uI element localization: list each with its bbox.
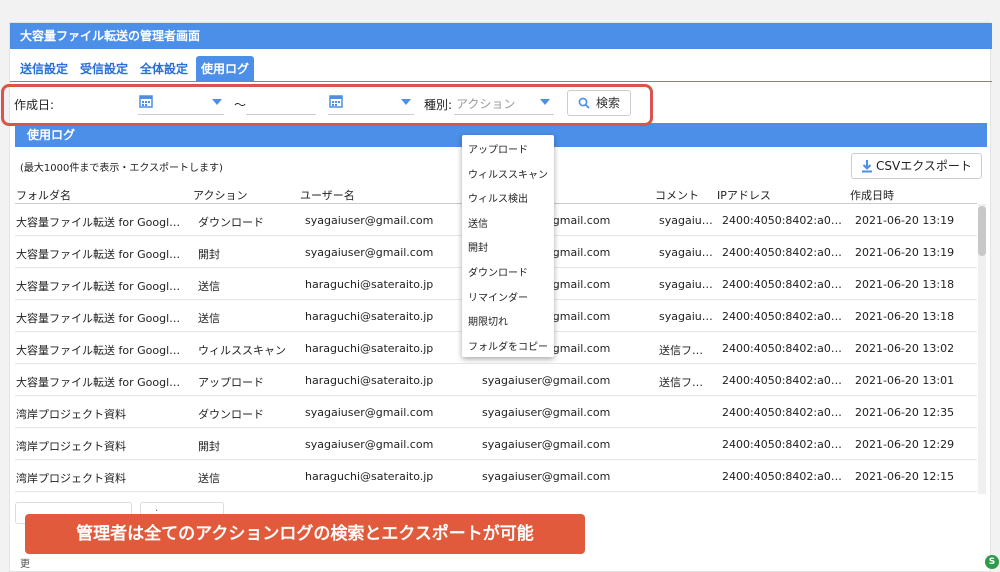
cell-user-name: syagaiuser@gmail.com [305,214,434,227]
cell-recipient: syagaiuser@gmail.com [482,438,611,451]
cell-folder-name: 湾岸プロジェクト資料 [16,472,126,485]
tab-usage-log[interactable]: 使用ログ [196,56,255,82]
header-folder-name[interactable]: フォルダ名 [16,187,71,203]
dropdown-option[interactable]: フォルダをコピー [468,338,548,353]
cell-ip-address: 2400:4050:8402:a00:0000:0000 [722,374,847,387]
cell-folder-name: 湾岸プロジェクト資料 [16,440,126,453]
cell-action: アップロード [198,376,264,389]
cell-comment: 送信ファイル [659,376,713,389]
dropdown-option[interactable]: 送信 [468,215,488,230]
table-scrollbar[interactable] [978,204,986,494]
cell-ip-address: 2400:4050:8402:a00:0000:0000 [722,246,847,259]
csv-export-label: CSVエクスポート [876,159,972,173]
cell-created-at: 2021-06-20 13:19 [855,246,955,259]
header-user-name[interactable]: ユーザー名 [300,187,355,203]
cell-user-name: haraguchi@sateraito.jp [305,278,434,291]
tab-bar: 送信設定 受信設定 全体設定 使用ログ [10,56,992,82]
app-title-bar: 大容量ファイル転送の管理者画面 [10,23,992,49]
cell-action: 送信 [198,312,220,325]
cell-action: 開封 [198,248,220,261]
cell-action: 送信 [198,472,220,485]
cell-created-at: 2021-06-20 13:18 [855,310,955,323]
app-title: 大容量ファイル転送の管理者画面 [20,29,201,43]
cell-folder-name: 大容量ファイル転送 for Google Workspace [16,312,184,325]
cell-user-name: syagaiuser@gmail.com [305,406,434,419]
cell-action: ダウンロード [198,216,264,229]
section-title: 使用ログ [27,128,76,142]
cell-ip-address: 2400:4050:8402:a00:0000:0000 [722,310,847,323]
cell-user-name: haraguchi@sateraito.jp [305,374,434,387]
cell-user-name: haraguchi@sateraito.jp [305,310,434,323]
cell-user-name: syagaiuser@gmail.com [305,246,434,259]
cell-action: 開封 [198,440,220,453]
dropdown-option[interactable]: ウィルス検出 [468,190,528,205]
cell-ip-address: 2400:4050:8402:a00:0000:0000 [722,470,847,483]
cell-folder-name: 大容量ファイル転送 for Google Workspace [16,216,184,229]
csv-export-button[interactable]: CSVエクスポート [851,153,982,179]
dropdown-option[interactable]: 開封 [468,239,488,254]
table-row[interactable]: 湾岸プロジェクト資料 送信 haraguchi@sateraito.jp syagai… [15,460,977,492]
cell-created-at: 2021-06-20 13:18 [855,278,955,291]
type-dropdown-menu: アップロードウィルススキャン ウィルス検出 送信開封ダウンロード リマインダー 期限切れ… [462,135,554,357]
footer-text: 更 [20,559,30,570]
cell-folder-name: 大容量ファイル転送 for Google Workspace [16,376,184,389]
cell-created-at: 2021-06-20 12:35 [855,406,955,419]
cell-recipient: syagaiuser@gmail.com [482,470,611,483]
filter-highlight-frame [1,84,653,126]
dropdown-option[interactable]: ウィルススキャン [468,166,548,181]
table-row[interactable]: 湾岸プロジェクト資料 ダウンロード syagaiuser@gmail.com syag… [15,396,977,428]
cell-ip-address: 2400:4050:8402:a00:0000:0000 [722,342,847,355]
cell-user-name: haraguchi@sateraito.jp [305,342,434,355]
cell-created-at: 2021-06-20 12:15 [855,470,955,483]
cell-comment: syagaiuser [659,310,713,323]
cell-created-at: 2021-06-20 13:01 [855,374,955,387]
cell-folder-name: 大容量ファイル転送 for Google Workspace [16,248,184,261]
scrollbar-thumb[interactable] [978,206,986,256]
cell-action: ダウンロード [198,408,264,421]
cell-user-name: haraguchi@sateraito.jp [305,470,434,483]
cell-created-at: 2021-06-20 13:19 [855,214,955,227]
cell-created-at: 2021-06-20 13:02 [855,342,955,355]
cell-ip-address: 2400:4050:8402:a00:0000:0000 [722,278,847,291]
dropdown-option[interactable]: アップロード [468,141,528,156]
cell-action: ウィルススキャン [198,344,286,357]
cell-recipient: syagaiuser@gmail.com [482,406,611,419]
tab-receive-settings[interactable]: 受信設定 [75,56,133,82]
dropdown-option[interactable]: リマインダー [468,289,528,304]
table-row[interactable]: 大容量ファイル転送 for Google Workspace アップロード hara… [15,364,977,396]
cell-comment: syagaiuser [659,214,713,227]
header-created-at[interactable]: 作成日時 [850,187,894,203]
tab-send-settings[interactable]: 送信設定 [15,56,73,82]
cell-ip-address: 2400:4050:8402:a00:0000:0000 [722,214,847,227]
tab-global-settings[interactable]: 全体設定 [135,56,193,82]
cell-created-at: 2021-06-20 12:29 [855,438,955,451]
cell-ip-address: 2400:4050:8402:a00:0000:0000 [722,438,847,451]
header-action[interactable]: アクション [193,187,247,203]
cell-comment: 送信ファイル [659,344,713,357]
cell-folder-name: 大容量ファイル転送 for Google Workspace [16,344,184,357]
cell-comment: syagaiuser [659,278,713,291]
dropdown-option[interactable]: 期限切れ [468,313,508,328]
cell-folder-name: 大容量ファイル転送 for Google Workspace [16,280,184,293]
header-ip-address[interactable]: IPアドレス [717,187,771,203]
cell-user-name: syagaiuser@gmail.com [305,438,434,451]
cell-comment: syagaiuser [659,246,713,259]
cell-folder-name: 湾岸プロジェクト資料 [16,408,126,421]
feature-banner: 管理者は全てのアクションログの検索とエクスポートが可能 [25,514,585,554]
cell-ip-address: 2400:4050:8402:a00:0000:0000 [722,406,847,419]
logo-icon: S [985,555,999,569]
export-limit-note: (最大1000件まで表示・エクスポートします) [20,163,223,174]
cell-recipient: syagaiuser@gmail.com [482,374,611,387]
cell-action: 送信 [198,280,220,293]
table-row[interactable]: 湾岸プロジェクト資料 開封 syagaiuser@gmail.com syagaius… [15,428,977,460]
dropdown-option[interactable]: ダウンロード [468,264,528,279]
download-icon [862,160,872,173]
header-comment[interactable]: コメント [655,187,699,203]
